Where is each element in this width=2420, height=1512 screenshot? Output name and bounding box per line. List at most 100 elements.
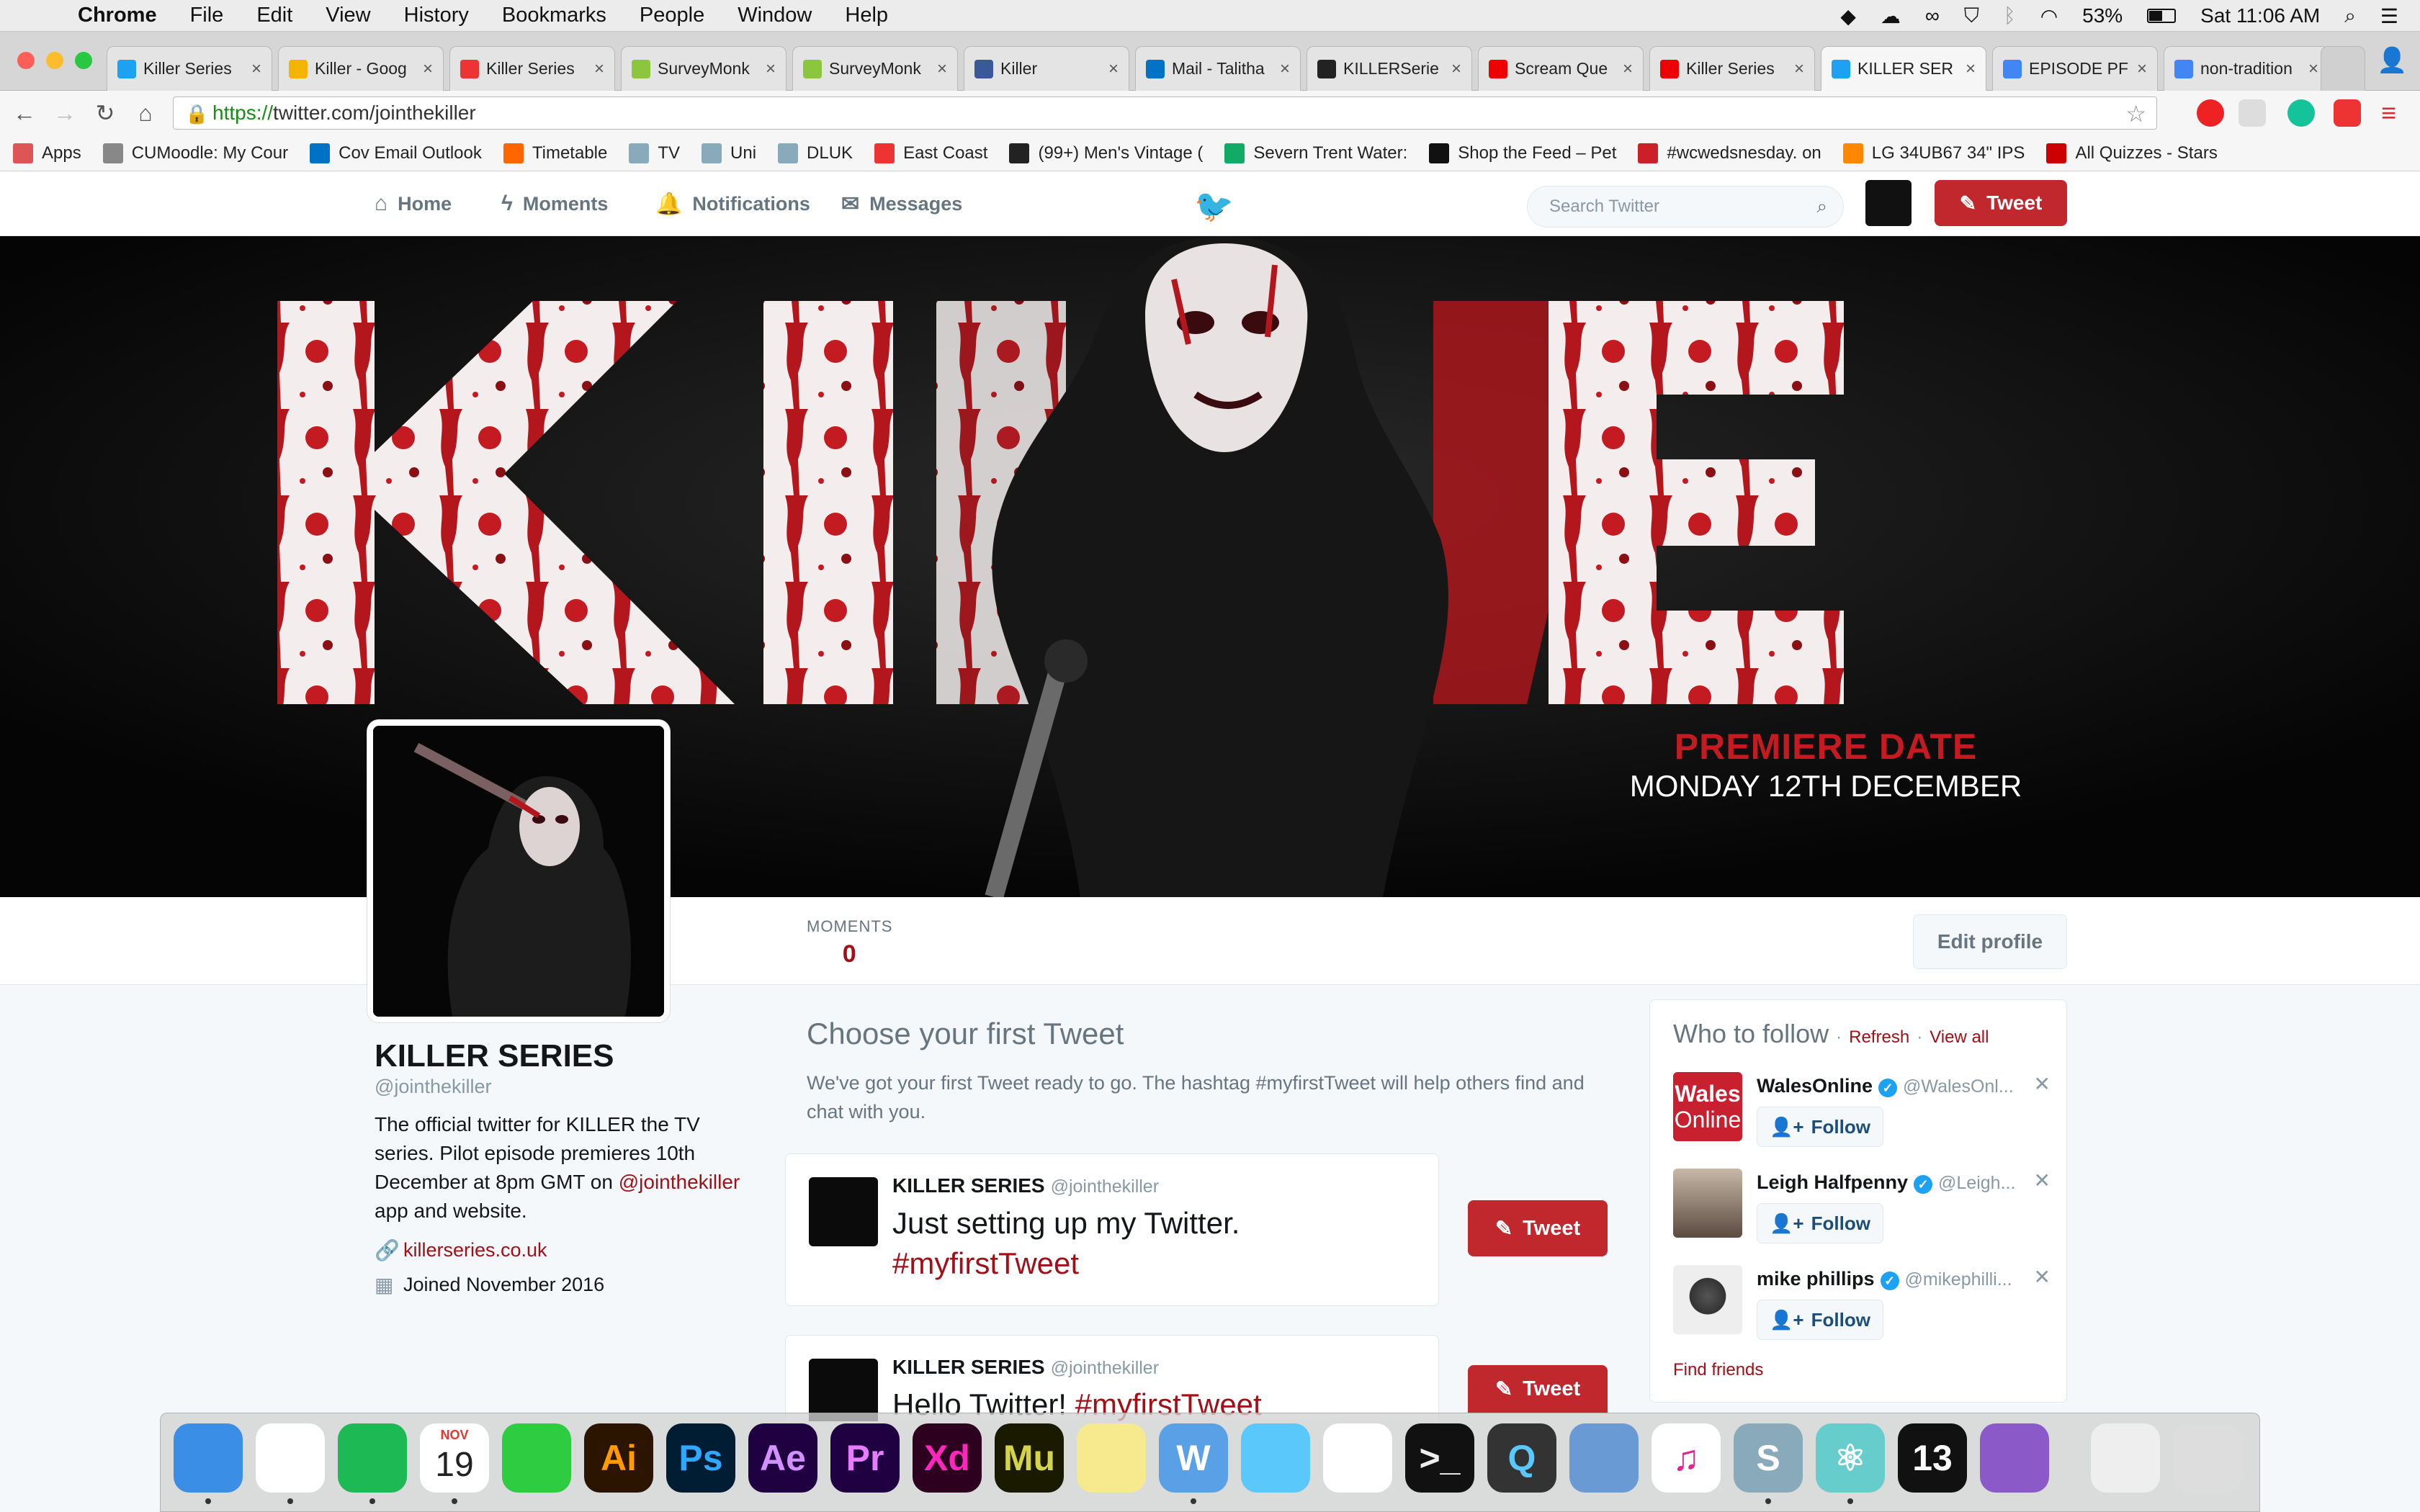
menu-window[interactable]: Window bbox=[738, 4, 812, 27]
bookmark-item[interactable]: Severn Trent Water: bbox=[1224, 143, 1407, 163]
preview-icon[interactable] bbox=[1569, 1423, 1639, 1493]
calendar-icon[interactable]: NOV 19 bbox=[420, 1423, 489, 1493]
wifi-icon[interactable]: ◠ bbox=[2040, 4, 2058, 28]
facetime-icon[interactable] bbox=[502, 1423, 571, 1493]
bookmark-item[interactable]: Cov Email Outlook bbox=[310, 143, 482, 163]
browser-tab[interactable]: Mail - Talitha × bbox=[1135, 46, 1301, 91]
address-bar[interactable]: 🔒 https://twitter.com/jointhekiller ☆ bbox=[173, 96, 2157, 130]
close-tab-icon[interactable]: × bbox=[2137, 59, 2147, 79]
bookmark-star-icon[interactable]: ☆ bbox=[2125, 100, 2146, 127]
follow-button[interactable]: 👤+ Follow bbox=[1757, 1300, 1883, 1340]
browser-tab[interactable]: SurveyMonk × bbox=[621, 46, 786, 91]
close-tab-icon[interactable]: × bbox=[1280, 59, 1290, 79]
close-window-icon[interactable] bbox=[17, 52, 35, 69]
browser-tab[interactable]: SurveyMonk × bbox=[792, 46, 958, 91]
tweet-button[interactable]: ✎ Tweet bbox=[1468, 1365, 1608, 1413]
nav-notifications[interactable]: 🔔 Notifications bbox=[655, 192, 810, 217]
dropbox-icon[interactable]: ◆ bbox=[1840, 4, 1856, 28]
bookmark-item[interactable]: #wcwedsnesday. on bbox=[1638, 143, 1821, 163]
follow-button[interactable]: 👤+ Follow bbox=[1757, 1107, 1883, 1147]
view-all-link[interactable]: View all bbox=[1930, 1027, 1989, 1047]
atom-icon[interactable]: ⚛ bbox=[1816, 1423, 1885, 1493]
profile-banner[interactable]: PREMIERE DATE MONDAY 12TH DECEMBER bbox=[0, 236, 2420, 897]
notes-icon[interactable] bbox=[1077, 1423, 1146, 1493]
nav-home[interactable]: ⌂ Home bbox=[375, 192, 452, 216]
menu-bookmarks[interactable]: Bookmarks bbox=[502, 4, 606, 27]
battery-percent[interactable]: 53% bbox=[2082, 4, 2123, 27]
close-tab-icon[interactable]: × bbox=[251, 59, 261, 79]
profile-avatar[interactable] bbox=[367, 720, 670, 1022]
new-tab-button[interactable] bbox=[2321, 46, 2365, 91]
maximize-window-icon[interactable] bbox=[75, 52, 92, 69]
close-tab-icon[interactable]: × bbox=[1623, 59, 1633, 79]
dismiss-icon[interactable]: ✕ bbox=[2034, 1169, 2051, 1192]
browser-tab[interactable]: non-tradition × bbox=[2164, 46, 2329, 91]
browser-tab[interactable]: KILLER SER × bbox=[1821, 46, 1986, 91]
browser-tab[interactable]: Killer - Goog × bbox=[278, 46, 444, 91]
edit-profile-button[interactable]: Edit profile bbox=[1913, 914, 2067, 969]
page-extension-icon[interactable] bbox=[2238, 99, 2266, 127]
chrome-icon[interactable] bbox=[256, 1423, 325, 1493]
close-tab-icon[interactable]: × bbox=[766, 59, 776, 79]
refresh-link[interactable]: Refresh bbox=[1849, 1027, 1909, 1047]
reload-icon[interactable]: ↻ bbox=[89, 97, 121, 129]
browser-tab[interactable]: Killer Series × bbox=[449, 46, 615, 91]
tweet-hashtag[interactable]: #myfirstTweet bbox=[892, 1246, 1079, 1280]
menu-clock[interactable]: Sat 11:06 AM bbox=[2200, 4, 2320, 27]
close-tab-icon[interactable]: × bbox=[1794, 59, 1804, 79]
notification-center-icon[interactable]: ☰ bbox=[2380, 4, 2398, 28]
browser-tab[interactable]: Scream Que × bbox=[1478, 46, 1644, 91]
itunes-icon[interactable]: ♫ bbox=[1652, 1423, 1721, 1493]
browser-tab[interactable]: Killer Series × bbox=[1649, 46, 1815, 91]
avatar[interactable]: Wales Online bbox=[1673, 1072, 1742, 1141]
suggested-tweet-card[interactable]: KILLER SERIES @jointhekiller Hello Twitte… bbox=[785, 1335, 1439, 1421]
avatar[interactable] bbox=[1673, 1169, 1742, 1238]
minimize-window-icon[interactable] bbox=[46, 52, 63, 69]
bookmark-item[interactable]: TV bbox=[629, 143, 680, 163]
spotify-icon[interactable] bbox=[338, 1423, 407, 1493]
battery-icon[interactable] bbox=[2147, 9, 2177, 23]
bookmark-item[interactable]: Uni bbox=[702, 143, 756, 163]
find-friends-link[interactable]: Find friends bbox=[1673, 1360, 1763, 1380]
tweet-button[interactable]: ✎ Tweet bbox=[1468, 1200, 1608, 1256]
spotlight-icon[interactable]: ⌕ bbox=[2344, 4, 2356, 28]
twitter-bird-icon[interactable]: 🐦 bbox=[1194, 187, 1234, 225]
avatar[interactable] bbox=[1673, 1265, 1742, 1334]
creative-cloud-icon[interactable]: ∞ bbox=[1925, 4, 1940, 27]
bookmark-item[interactable]: Shop the Feed – Pet bbox=[1429, 143, 1616, 163]
browser-tab[interactable]: Killer × bbox=[964, 46, 1129, 91]
compose-tweet-button[interactable]: ✎ Tweet bbox=[1935, 180, 2067, 226]
home-icon[interactable]: ⌂ bbox=[130, 97, 161, 129]
bookmark-item[interactable]: LG 34UB67 34" IPS bbox=[1842, 143, 2025, 163]
nav-messages[interactable]: ✉ Messages bbox=[841, 192, 962, 217]
back-icon[interactable]: ← bbox=[9, 97, 40, 129]
finder-icon[interactable] bbox=[174, 1423, 243, 1493]
suggestion-name[interactable]: mike phillips ✓ @mikephilli... bbox=[1757, 1268, 2012, 1290]
bluetooth-icon[interactable]: ᛒ bbox=[2004, 4, 2016, 27]
shield-icon[interactable]: ⛉ bbox=[1964, 4, 1979, 28]
trash-icon[interactable] bbox=[2173, 1423, 2242, 1493]
close-tab-icon[interactable]: × bbox=[937, 59, 947, 79]
terminal-icon[interactable]: >_ bbox=[1405, 1423, 1474, 1493]
browser-tab[interactable]: EPISODE PF × bbox=[1992, 46, 2158, 91]
xd-icon[interactable]: Xd bbox=[913, 1423, 982, 1493]
close-tab-icon[interactable]: × bbox=[1966, 59, 1976, 79]
search-input[interactable]: Search Twitter ⌕ bbox=[1527, 186, 1844, 228]
cloud-icon[interactable]: ☁ bbox=[1881, 4, 1901, 28]
close-tab-icon[interactable]: × bbox=[1451, 59, 1461, 79]
suggested-tweet-card[interactable]: KILLER SERIES @jointhekiller Just setting… bbox=[785, 1153, 1439, 1306]
grammarly-icon[interactable] bbox=[2287, 99, 2315, 127]
suggestion-name[interactable]: Leigh Halfpenny ✓ @Leigh... bbox=[1757, 1171, 2015, 1194]
moments-stat[interactable]: MOMENTS 0 bbox=[807, 917, 892, 968]
close-tab-icon[interactable]: × bbox=[1108, 59, 1119, 79]
profile-handle[interactable]: @jointhekiller bbox=[375, 1076, 491, 1098]
premiere-icon[interactable]: Pr bbox=[830, 1423, 900, 1493]
browser-tab[interactable]: KILLERSerie × bbox=[1307, 46, 1472, 91]
documents-icon[interactable] bbox=[2091, 1423, 2160, 1493]
close-tab-icon[interactable]: × bbox=[594, 59, 604, 79]
close-tab-icon[interactable]: × bbox=[423, 59, 433, 79]
search-icon[interactable]: ⌕ bbox=[1816, 195, 1827, 218]
bookmark-item[interactable]: Apps bbox=[13, 143, 81, 163]
forward-icon[interactable]: → bbox=[49, 97, 81, 129]
menu-history[interactable]: History bbox=[404, 4, 469, 27]
